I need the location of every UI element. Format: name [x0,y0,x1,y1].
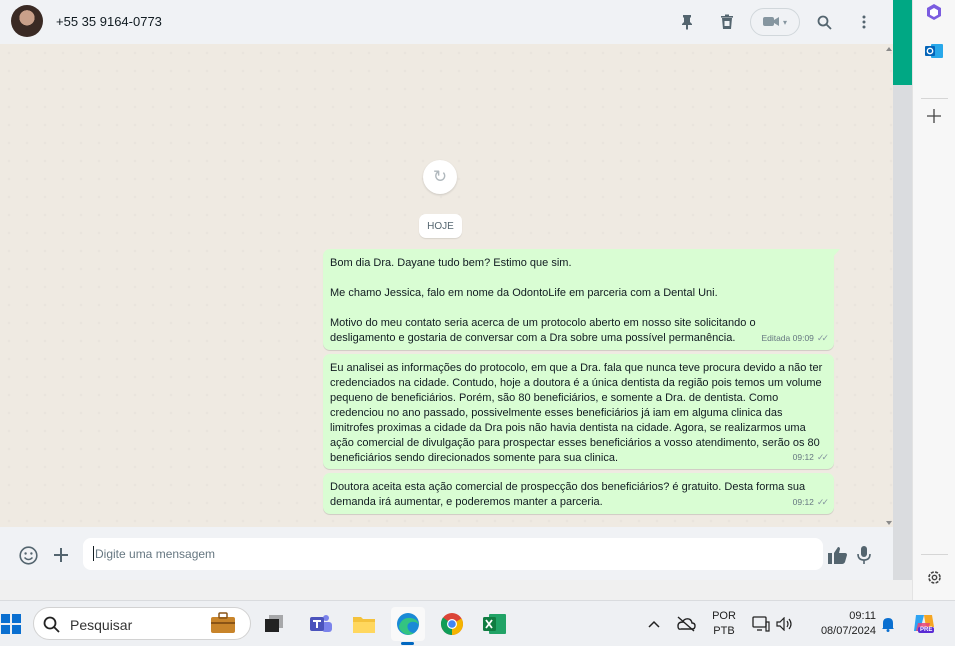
pin-icon[interactable] [676,11,698,33]
clock-time: 09:11 [849,610,876,622]
contact-avatar[interactable] [11,5,43,37]
message-text: Doutora aceita esta ação comercial de pr… [330,481,806,508]
date-divider: HOJE [419,214,462,238]
scroll-down-arrow-icon[interactable] [886,521,892,525]
double-check-icon: ✓✓ [816,497,829,507]
settings-gear-icon[interactable] [924,567,944,587]
search-icon[interactable] [813,11,835,33]
briefcase-icon [210,612,236,637]
message-bubble-outgoing[interactable]: Doutora aceita esta ação comercial de pr… [323,473,834,514]
delete-icon[interactable] [716,11,738,33]
microphone-icon[interactable] [853,544,875,566]
contact-name[interactable]: +55 35 9164-0773 [56,14,162,29]
menu-icon[interactable] [853,11,875,33]
message-meta: 09:12 ✓✓ [792,495,829,510]
double-check-icon: ✓✓ [816,333,829,343]
message-text: Eu analisei as informações do protocolo,… [330,362,823,464]
notification-bell-icon[interactable] [871,607,905,641]
video-call-button[interactable]: ▾ [750,8,800,36]
message-timestamp: 09:12 [792,452,814,462]
preview-badge: PRE [918,627,935,633]
windows-taskbar: Pesquisar POR PTB 09:11 08/07/2024 PRE [0,600,955,646]
whatsapp-window: +55 35 9164-0773 ▾ ↻ HOJE Bom dia Dra. D… [0,0,893,580]
taskbar-search-label: Pesquisar [70,617,133,633]
message-timestamp: 09:12 [792,497,814,507]
sidebar-divider [921,98,948,99]
chat-scrollbar[interactable] [885,44,893,527]
message-text: Motivo do meu contato seria acerca de um… [330,317,756,344]
browser-sidebar [912,0,955,600]
edge-browser-icon[interactable] [391,607,425,641]
show-hidden-icons-chevron-icon[interactable] [637,607,671,641]
teams-icon[interactable] [304,607,338,641]
message-text: Bom dia Dra. Dayane tudo bem? Estimo que… [330,257,572,269]
volume-icon[interactable] [768,607,802,641]
onedrive-offline-icon[interactable] [669,607,703,641]
message-timestamp: Editada 09:09 [761,333,814,343]
start-windows-icon[interactable] [0,607,28,641]
chrome-icon[interactable] [435,607,469,641]
language-code: POR [712,610,736,622]
video-call-icon [762,15,779,30]
clock[interactable]: 09:11 08/07/2024 [806,609,876,639]
message-bubble-outgoing[interactable]: Eu analisei as informações do protocolo,… [323,354,834,469]
message-list[interactable]: ↻ HOJE Bom dia Dra. Dayane tudo bem? Est… [0,44,893,527]
keyboard-layout: PTB [713,625,735,637]
message-meta: 09:12 ✓✓ [792,450,829,465]
chevron-down-icon: ▾ [782,17,787,27]
message-bubble-outgoing[interactable]: Bom dia Dra. Dayane tudo bem? Estimo que… [323,249,840,350]
excel-icon[interactable] [478,607,512,641]
message-text: Me chamo Jessica, falo em nome da Odonto… [330,287,718,299]
message-input[interactable] [83,538,823,570]
load-older-messages-button[interactable]: ↻ [423,160,457,194]
thumbs-up-icon[interactable] [827,544,849,566]
search-icon [43,616,60,636]
attach-plus-icon[interactable] [50,544,72,566]
active-app-indicator [401,642,414,645]
copilot-preview-icon[interactable] [907,607,941,641]
message-composer [0,527,893,580]
task-view-icon[interactable] [257,607,291,641]
refresh-icon: ↻ [432,167,448,186]
window-edge-strip [893,85,912,580]
app-accent-strip [893,0,912,85]
copilot-icon[interactable] [924,2,944,22]
double-check-icon: ✓✓ [816,452,829,462]
add-icon[interactable] [924,106,944,126]
scroll-up-arrow-icon[interactable] [886,47,892,51]
chat-header: +55 35 9164-0773 ▾ [0,0,893,44]
outlook-icon[interactable] [924,41,944,61]
clock-date: 08/07/2024 [820,625,876,637]
language-indicator[interactable]: POR PTB [706,609,742,639]
taskbar-search-box[interactable]: Pesquisar [33,607,251,640]
sidebar-divider [921,554,948,555]
message-meta: Editada 09:09 ✓✓ [761,331,829,346]
file-explorer-icon[interactable] [347,607,381,641]
text-cursor [93,546,94,561]
emoji-icon[interactable] [17,544,39,566]
